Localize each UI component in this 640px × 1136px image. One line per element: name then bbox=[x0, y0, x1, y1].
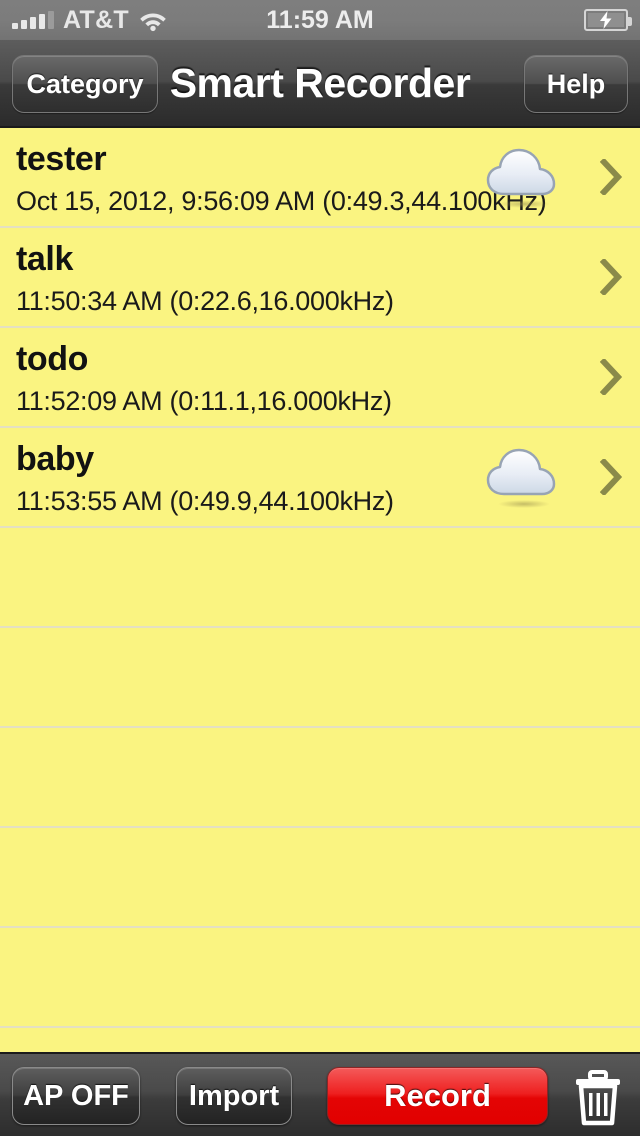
chevron-right-icon bbox=[600, 359, 622, 395]
recording-details: Oct 15, 2012, 9:56:09 AM (0:49.3,44.100k… bbox=[16, 186, 546, 217]
chevron-right-icon bbox=[600, 259, 622, 295]
cloud-icon bbox=[482, 444, 562, 510]
record-button[interactable]: Record bbox=[327, 1067, 548, 1125]
ap-toggle-button[interactable]: AP OFF bbox=[12, 1067, 140, 1125]
list-item[interactable]: todo 11:52:09 AM (0:11.1,16.000kHz) bbox=[0, 328, 640, 428]
recording-name: tester bbox=[16, 140, 106, 179]
category-button[interactable]: Category bbox=[12, 55, 158, 113]
help-button[interactable]: Help bbox=[524, 55, 628, 113]
battery-charging-icon bbox=[584, 9, 628, 31]
recording-details: 11:53:55 AM (0:49.9,44.100kHz) bbox=[16, 486, 394, 517]
recording-name: baby bbox=[16, 440, 94, 479]
recording-details: 11:52:09 AM (0:11.1,16.000kHz) bbox=[16, 386, 392, 417]
import-button[interactable]: Import bbox=[176, 1067, 292, 1125]
bottom-toolbar: AP OFF Import Record bbox=[0, 1052, 640, 1136]
app-screen: AT&T 11:59 AM Category Smart Recorder He… bbox=[0, 0, 640, 1136]
charging-bolt-icon bbox=[598, 11, 614, 29]
status-bar: AT&T 11:59 AM bbox=[0, 0, 640, 40]
chevron-right-icon bbox=[600, 159, 622, 195]
recording-name: todo bbox=[16, 340, 88, 379]
recording-name: talk bbox=[16, 240, 73, 279]
recordings-list[interactable]: tester Oct 15, 2012, 9:56:09 AM (0:49.3,… bbox=[0, 128, 640, 1052]
empty-list-row bbox=[0, 628, 640, 728]
empty-list-row bbox=[0, 828, 640, 928]
empty-list-row bbox=[0, 928, 640, 1028]
list-item[interactable]: baby 11:53:55 AM (0:49.9,44.100kHz) bbox=[0, 428, 640, 528]
list-item[interactable]: tester Oct 15, 2012, 9:56:09 AM (0:49.3,… bbox=[0, 128, 640, 228]
recording-details: 11:50:34 AM (0:22.6,16.000kHz) bbox=[16, 286, 394, 317]
cloud-icon bbox=[482, 144, 562, 210]
chevron-right-icon bbox=[600, 459, 622, 495]
empty-list-row bbox=[0, 728, 640, 828]
empty-list-row bbox=[0, 528, 640, 628]
navigation-bar: Category Smart Recorder Help bbox=[0, 40, 640, 128]
list-item[interactable]: talk 11:50:34 AM (0:22.6,16.000kHz) bbox=[0, 228, 640, 328]
status-bar-right bbox=[584, 0, 628, 40]
status-bar-clock: 11:59 AM bbox=[0, 0, 640, 40]
trash-icon[interactable] bbox=[572, 1070, 624, 1126]
